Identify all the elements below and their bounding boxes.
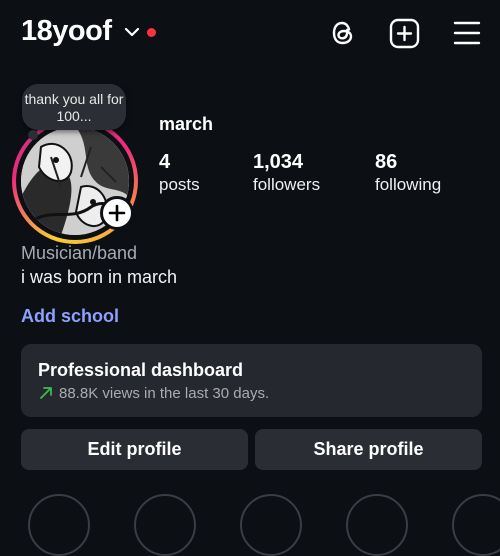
notification-dot — [147, 28, 156, 37]
profile-category: Musician/band — [21, 243, 138, 263]
create-plus-icon[interactable] — [389, 18, 420, 49]
dashboard-title: Professional dashboard — [38, 360, 244, 380]
stat-followers-label: followers — [253, 175, 321, 194]
stat-following-label: following — [375, 175, 442, 194]
stat-posts-value: 4 — [159, 151, 171, 173]
trending-up-icon — [40, 387, 52, 399]
highlight-circle[interactable] — [240, 494, 302, 556]
stat-followers-value: 1,034 — [253, 151, 304, 173]
add-story-button[interactable] — [100, 196, 134, 230]
stat-following[interactable]: 86 following — [375, 150, 441, 196]
profile-bio: i was born in march — [21, 267, 178, 287]
profile-full-name: march — [159, 114, 214, 134]
edit-profile-button[interactable]: Edit profile — [21, 429, 248, 470]
highlight-circle[interactable] — [346, 494, 408, 556]
menu-icon[interactable] — [452, 20, 482, 46]
threads-icon[interactable] — [328, 18, 358, 48]
dashboard-subtitle: 88.8K views in the last 30 days. — [59, 385, 270, 402]
chevron-down-icon[interactable] — [124, 26, 140, 38]
highlight-circle[interactable] — [28, 494, 90, 556]
plus-icon — [108, 204, 126, 222]
note-bubble[interactable]: thank you all for 100... — [22, 84, 126, 130]
professional-dashboard-card[interactable]: Professional dashboard 88.8K views in th… — [21, 344, 482, 417]
stat-following-value: 86 — [375, 151, 398, 173]
highlight-circle[interactable] — [452, 494, 500, 556]
stat-posts[interactable]: 4 posts — [159, 150, 200, 196]
note-text: thank you all for 100... — [24, 91, 124, 124]
stat-followers[interactable]: 1,034 followers — [253, 150, 320, 196]
stat-posts-label: posts — [159, 175, 200, 194]
profile-header: 18yoof — [0, 0, 500, 66]
share-profile-button[interactable]: Share profile — [255, 429, 482, 470]
username[interactable]: 18yoof — [21, 15, 112, 48]
highlight-circle[interactable] — [134, 494, 196, 556]
note-bubble-tail — [28, 130, 38, 140]
add-school-link[interactable]: Add school — [21, 306, 119, 327]
